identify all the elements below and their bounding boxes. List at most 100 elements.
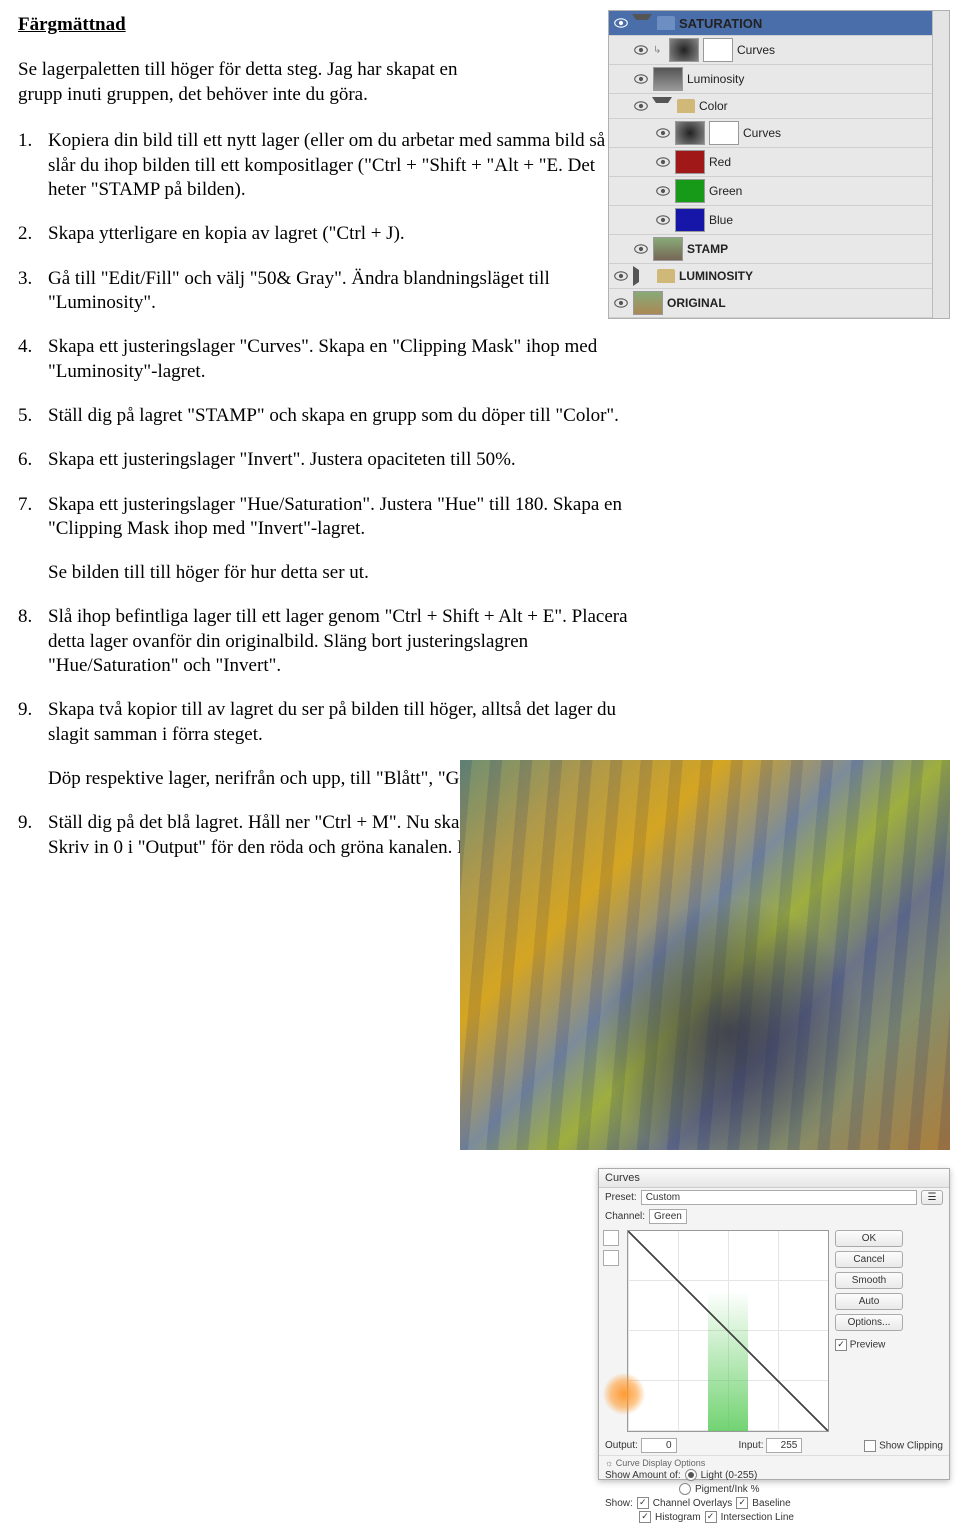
layer-label: Luminosity	[687, 72, 928, 86]
step-1: 1. Kopiera din bild till ett nytt lager …	[18, 129, 628, 202]
step-text: Skapa ett justeringslager "Curves". Skap…	[48, 336, 597, 381]
histogram-label: Histogram	[655, 1512, 701, 1523]
input-input[interactable]: 255	[766, 1438, 802, 1453]
eye-icon[interactable]	[613, 269, 629, 283]
step-text: Skapa ytterligare en kopia av lagret ("C…	[48, 223, 405, 244]
layer-label: ORIGINAL	[667, 296, 928, 310]
layer-stamp[interactable]: STAMP	[609, 235, 932, 264]
cancel-button[interactable]: Cancel	[835, 1251, 903, 1268]
layer-group-saturation[interactable]: SATURATION	[609, 11, 932, 36]
show-clipping-checkbox[interactable]	[864, 1440, 876, 1452]
ok-button[interactable]: OK	[835, 1230, 903, 1247]
eye-icon[interactable]	[633, 99, 649, 113]
channel-select[interactable]: Green	[649, 1209, 687, 1224]
disclosure-triangle-icon[interactable]	[632, 14, 652, 32]
step-7-note: Se bilden till till höger för hur detta …	[18, 561, 628, 585]
light-label: Light (0-255)	[701, 1470, 758, 1481]
disclosure-triangle-icon[interactable]	[652, 97, 672, 115]
adjustment-thumb	[669, 38, 699, 62]
step-text: Skapa ett justeringslager "Hue/Saturatio…	[48, 494, 622, 539]
layer-original[interactable]: ORIGINAL	[609, 289, 932, 318]
show-amount-label: Show Amount of:	[605, 1470, 681, 1481]
folder-icon	[657, 269, 675, 283]
curves-graph[interactable]	[627, 1230, 829, 1432]
layer-label: STAMP	[687, 242, 928, 256]
baseline-checkbox[interactable]	[736, 1497, 748, 1509]
auto-button[interactable]: Auto	[835, 1293, 903, 1310]
layer-thumb	[675, 179, 705, 203]
layer-red[interactable]: Red	[609, 148, 932, 177]
eye-icon[interactable]	[633, 242, 649, 256]
eye-icon[interactable]	[613, 296, 629, 310]
curve-tool-icon[interactable]	[603, 1230, 619, 1246]
step-text: Se bilden till till höger för hur detta …	[48, 562, 369, 583]
eye-icon[interactable]	[633, 72, 649, 86]
light-radio[interactable]	[685, 1469, 697, 1481]
layer-thumb	[675, 150, 705, 174]
step-7: 7. Skapa ett justeringslager "Hue/Satura…	[18, 493, 628, 542]
eye-icon[interactable]	[655, 126, 671, 140]
layer-label: Red	[709, 155, 928, 169]
layer-luminosity[interactable]: Luminosity	[609, 65, 932, 94]
eye-icon[interactable]	[655, 184, 671, 198]
layer-label: LUMINOSITY	[679, 269, 928, 283]
step-9a: 9. Skapa två kopior till av lagret du se…	[18, 698, 628, 747]
intersection-checkbox[interactable]	[705, 1511, 717, 1523]
eye-icon[interactable]	[613, 16, 629, 30]
step-text: Skapa ett justeringslager "Invert". Just…	[48, 449, 516, 470]
layer-label: Blue	[709, 213, 928, 227]
pigment-label: Pigment/Ink %	[695, 1484, 759, 1495]
overlays-checkbox[interactable]	[637, 1497, 649, 1509]
preset-select[interactable]: Custom	[641, 1190, 917, 1205]
scrollbar[interactable]	[932, 11, 949, 318]
channel-label: Channel:	[605, 1211, 645, 1222]
layer-blue[interactable]: Blue	[609, 206, 932, 235]
eye-icon[interactable]	[633, 43, 649, 57]
layer-label: Curves	[743, 126, 928, 140]
layer-curves-2[interactable]: Curves	[609, 119, 932, 148]
layers-panel: SATURATION ↳ Curves Luminosity Color	[608, 10, 950, 319]
mask-thumb	[703, 38, 733, 62]
step-text: Slå ihop befintliga lager till ett lager…	[48, 606, 628, 676]
eye-icon[interactable]	[655, 213, 671, 227]
input-label: Input:	[739, 1440, 764, 1451]
mask-thumb	[709, 121, 739, 145]
layer-label: Curves	[737, 43, 928, 57]
highlight-glow	[603, 1373, 645, 1415]
output-input[interactable]: 0	[641, 1438, 677, 1453]
overlays-label: Channel Overlays	[653, 1498, 732, 1509]
step-3: 3. Gå till "Edit/Fill" och välj "50& Gra…	[18, 267, 628, 316]
layer-group-color[interactable]: Color	[609, 94, 932, 119]
show-clipping-label: Show Clipping	[879, 1440, 943, 1451]
smooth-button[interactable]: Smooth	[835, 1272, 903, 1289]
step-number: 8.	[18, 605, 32, 629]
layer-curves[interactable]: ↳ Curves	[609, 36, 932, 65]
preview-label: Preview	[850, 1340, 886, 1351]
preset-label: Preset:	[605, 1192, 637, 1203]
intro-paragraph: Se lagerpaletten till höger för detta st…	[18, 58, 478, 107]
step-number: 7.	[18, 493, 32, 517]
layer-label: Color	[699, 99, 928, 113]
preview-checkbox[interactable]	[835, 1339, 847, 1351]
step-text: Skapa två kopior till av lagret du ser p…	[48, 699, 616, 744]
layer-green[interactable]: Green	[609, 177, 932, 206]
options-button[interactable]: Options...	[835, 1314, 903, 1331]
curve-display-heading[interactable]: ☼ Curve Display Options	[605, 1458, 943, 1468]
step-text: Ställ dig på lagret "STAMP" och skapa en…	[48, 405, 619, 426]
step-number: 9.	[18, 698, 32, 722]
pencil-tool-icon[interactable]	[603, 1250, 619, 1266]
histogram-checkbox[interactable]	[639, 1511, 651, 1523]
layer-thumb	[653, 237, 683, 261]
eye-icon[interactable]	[655, 155, 671, 169]
disclosure-triangle-icon[interactable]	[633, 266, 651, 286]
clip-indicator-icon: ↳	[653, 45, 665, 56]
layer-thumb	[675, 208, 705, 232]
preset-menu-button[interactable]: ☰	[921, 1190, 943, 1205]
adjustment-thumb	[675, 121, 705, 145]
folder-icon	[657, 16, 675, 30]
step-number: 5.	[18, 404, 32, 428]
step-number: 3.	[18, 267, 32, 291]
layer-group-luminosity[interactable]: LUMINOSITY	[609, 264, 932, 289]
diagonal-line	[628, 1231, 828, 1431]
pigment-radio[interactable]	[679, 1483, 691, 1495]
